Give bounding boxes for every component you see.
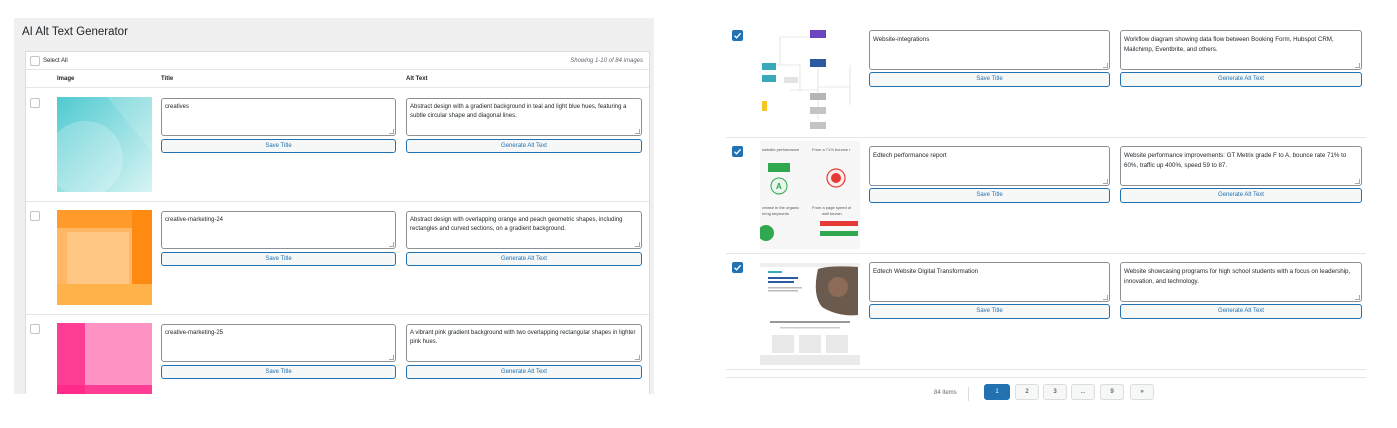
row-checkbox[interactable] — [30, 324, 40, 334]
thumb-caption: well known — [822, 211, 842, 216]
title-input[interactable]: creative-marketing-24 — [161, 211, 396, 249]
resize-handle-icon[interactable] — [1103, 295, 1108, 300]
resize-handle-icon[interactable] — [1103, 179, 1108, 184]
resize-handle-icon[interactable] — [389, 355, 394, 360]
resize-handle-icon[interactable] — [1103, 63, 1108, 68]
title-value: Website-integrations — [873, 36, 930, 43]
row-checkbox[interactable] — [30, 98, 40, 108]
title-value: creative-marketing-24 — [165, 217, 224, 223]
title-input[interactable]: creative-marketing-25 — [161, 324, 396, 362]
save-title-button[interactable]: Save Title — [869, 304, 1110, 319]
title-input[interactable]: Edtech Website Digital Transformation — [869, 262, 1110, 302]
image-thumbnail — [57, 97, 152, 192]
thumb-caption: From a page speed of — [812, 205, 852, 210]
row-checkbox[interactable] — [30, 211, 40, 221]
save-title-button[interactable]: Save Title — [161, 365, 396, 379]
thumb-caption: A — [776, 182, 782, 191]
thumb-caption: From a 71% bounce r — [812, 147, 851, 152]
image-thumbnail — [57, 323, 152, 394]
resize-handle-icon[interactable] — [389, 129, 394, 134]
save-title-button[interactable]: Save Title — [869, 188, 1110, 203]
table-row: creative-marketing-25 Save Title A vibra… — [26, 315, 649, 394]
alt-text-value: Website performance improvements: GT Met… — [1124, 152, 1347, 169]
thumb-caption: ering keywords — [762, 211, 789, 216]
thumb-caption: crease in the organic — [762, 205, 799, 210]
title-value: Edtech Website Digital Transformation — [873, 268, 979, 275]
next-page-button[interactable]: » — [1130, 384, 1154, 400]
save-title-button[interactable]: Save Title — [161, 252, 396, 266]
alt-text-value: Website showcasing programs for high sch… — [1124, 268, 1351, 285]
save-title-button[interactable]: Save Title — [869, 72, 1110, 87]
page-9-button[interactable]: 9 — [1100, 384, 1124, 400]
image-thumbnail — [57, 210, 152, 305]
pagination: 84 items 1 2 3 ... 9 » — [726, 377, 1366, 407]
column-image: Image — [57, 76, 75, 82]
alt-text-value: Abstract design with a gradient backgrou… — [410, 104, 627, 119]
checkmark-icon — [734, 264, 742, 271]
checkmark-icon — [734, 32, 742, 39]
items-count: 84 items — [934, 390, 957, 396]
title-input[interactable]: Edtech performance report — [869, 146, 1110, 186]
resize-handle-icon[interactable] — [635, 242, 640, 247]
generate-alt-text-button[interactable]: Generate Alt Text — [406, 252, 642, 266]
alt-text-input[interactable]: Abstract design with a gradient backgrou… — [406, 98, 642, 136]
column-title: Title — [161, 76, 174, 82]
alt-text-input[interactable]: A vibrant pink gradient background with … — [406, 324, 642, 362]
resize-handle-icon[interactable] — [1355, 63, 1360, 68]
title-input[interactable]: creatives — [161, 98, 396, 136]
table-toolbar: Select All Showing 1-10 of 84 images — [26, 52, 649, 70]
generate-alt-text-button[interactable]: Generate Alt Text — [1120, 304, 1362, 319]
image-thumbnail: website performance From a 71% bounce r … — [760, 141, 860, 249]
page-2-button[interactable]: 2 — [1015, 384, 1039, 400]
alt-text-input[interactable]: Website performance improvements: GT Met… — [1120, 146, 1362, 186]
table-header: Image Title Alt Text — [26, 70, 649, 88]
page-title: AI Alt Text Generator — [22, 26, 128, 38]
row-checkbox-checked[interactable] — [732, 262, 743, 273]
alt-text-value: Workflow diagram showing data flow betwe… — [1124, 36, 1334, 53]
resize-handle-icon[interactable] — [1355, 179, 1360, 184]
table-row: Website-integrations Save Title Workflow… — [726, 22, 1366, 138]
alt-text-input[interactable]: Workflow diagram showing data flow betwe… — [1120, 30, 1362, 70]
table-row: creatives Save Title Abstract design wit… — [26, 89, 649, 202]
image-thumbnail — [760, 257, 860, 365]
pagination-divider — [968, 387, 969, 401]
resize-handle-icon[interactable] — [1355, 295, 1360, 300]
title-input[interactable]: Website-integrations — [869, 30, 1110, 70]
showing-count: Showing 1-10 of 84 images — [570, 58, 643, 64]
table-row: Edtech Website Digital Transformation Sa… — [726, 254, 1366, 370]
left-panel: AI Alt Text Generator Select All Showing… — [14, 18, 654, 394]
resize-handle-icon[interactable] — [389, 242, 394, 247]
alt-text-value: A vibrant pink gradient background with … — [410, 330, 636, 345]
alt-text-value: Abstract design with overlapping orange … — [410, 217, 623, 232]
resize-handle-icon[interactable] — [635, 355, 640, 360]
checkmark-icon — [734, 148, 742, 155]
image-thumbnail — [760, 25, 860, 133]
alt-text-input[interactable]: Abstract design with overlapping orange … — [406, 211, 642, 249]
select-all-checkbox[interactable] — [30, 56, 40, 66]
save-title-button[interactable]: Save Title — [161, 139, 396, 153]
row-checkbox-checked[interactable] — [732, 30, 743, 41]
page-ellipsis: ... — [1071, 384, 1095, 400]
resize-handle-icon[interactable] — [635, 129, 640, 134]
table-row: creative-marketing-24 Save Title Abstrac… — [26, 202, 649, 315]
row-checkbox-checked[interactable] — [732, 146, 743, 157]
images-table: Select All Showing 1-10 of 84 images Ima… — [25, 51, 650, 394]
table-row: website performance From a 71% bounce r … — [726, 138, 1366, 254]
generate-alt-text-button[interactable]: Generate Alt Text — [1120, 72, 1362, 87]
title-value: creative-marketing-25 — [165, 330, 224, 336]
generate-alt-text-button[interactable]: Generate Alt Text — [406, 139, 642, 153]
column-alt-text: Alt Text — [406, 76, 428, 82]
page-1-button[interactable]: 1 — [984, 384, 1010, 400]
select-all-label[interactable]: Select All — [43, 58, 68, 64]
right-panel: Website-integrations Save Title Workflow… — [726, 22, 1366, 407]
title-value: Edtech performance report — [873, 152, 947, 159]
page-3-button[interactable]: 3 — [1043, 384, 1067, 400]
generate-alt-text-button[interactable]: Generate Alt Text — [1120, 188, 1362, 203]
thumb-caption: website performance — [762, 147, 800, 152]
title-value: creatives — [165, 104, 190, 110]
generate-alt-text-button[interactable]: Generate Alt Text — [406, 365, 642, 379]
alt-text-input[interactable]: Website showcasing programs for high sch… — [1120, 262, 1362, 302]
